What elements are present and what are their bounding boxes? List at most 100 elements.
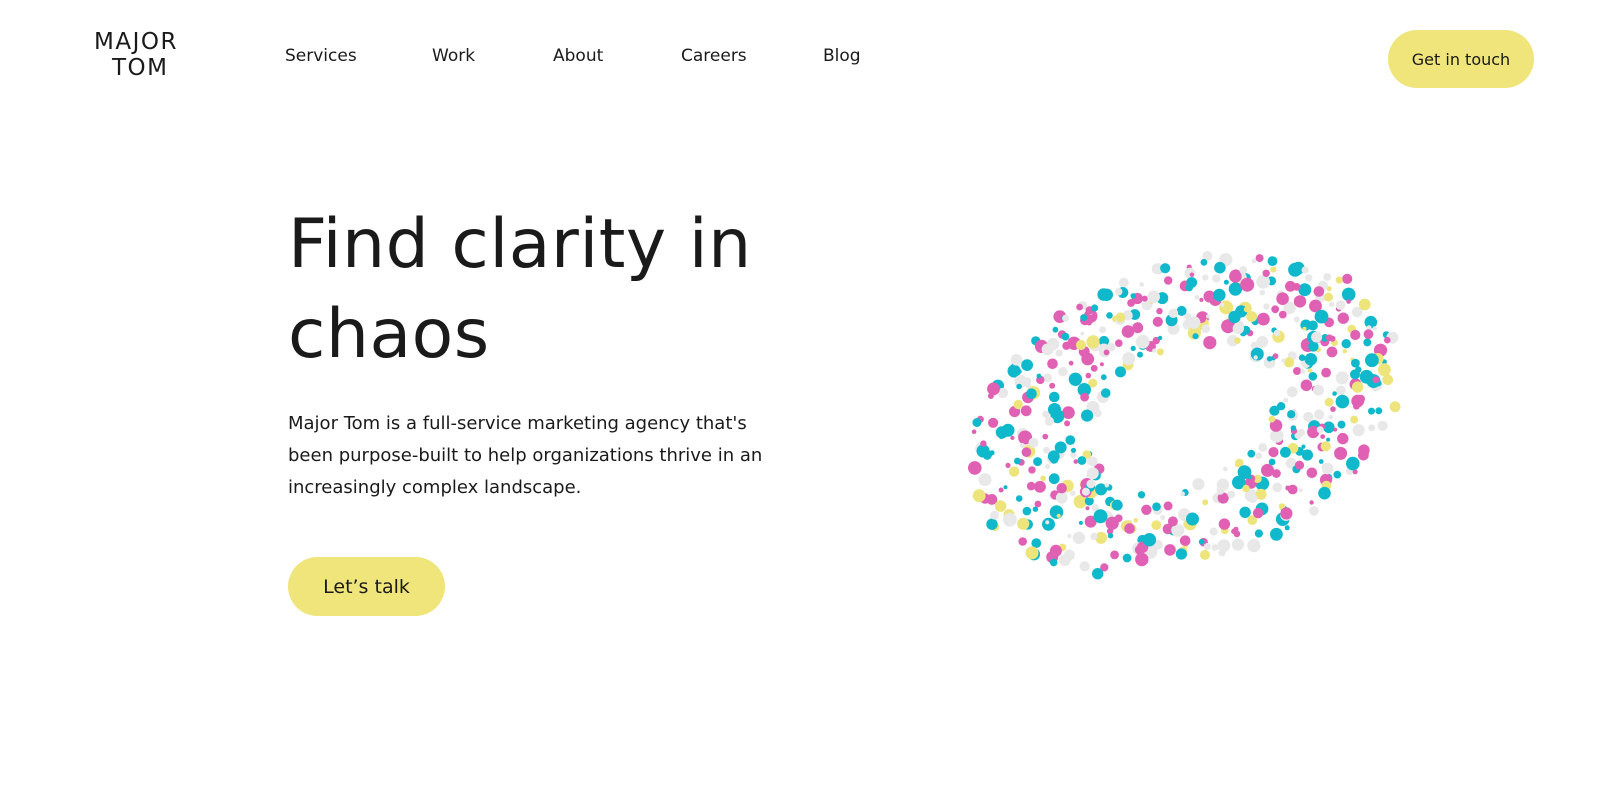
decorative-dot [1341, 339, 1351, 349]
decorative-dot [998, 433, 1005, 440]
decorative-dot [1290, 425, 1297, 431]
decorative-dot [1384, 336, 1391, 344]
decorative-dot [1093, 409, 1102, 418]
decorative-dot [1206, 295, 1213, 302]
decorative-dot [1018, 537, 1027, 546]
decorative-dot [1192, 333, 1199, 340]
decorative-dot [1240, 277, 1255, 292]
decorative-dot [1068, 360, 1074, 366]
decorative-dot [1121, 325, 1135, 338]
lets-talk-button[interactable]: Let’s talk [288, 557, 445, 616]
decorative-dot [987, 382, 1000, 396]
decorative-dot [1307, 368, 1313, 373]
decorative-dot [1316, 426, 1324, 434]
nav-item-careers[interactable]: Careers [681, 46, 747, 66]
nav-item-blog[interactable]: Blog [823, 46, 861, 66]
decorative-dot [968, 461, 982, 475]
decorative-dot [1151, 520, 1162, 531]
decorative-dot [1021, 359, 1033, 371]
decorative-dot [1013, 399, 1023, 410]
decorative-dot [1227, 490, 1236, 499]
decorative-dot [1175, 548, 1187, 560]
decorative-dot [1273, 329, 1281, 337]
get-in-touch-button[interactable]: Get in touch [1388, 30, 1534, 88]
decorative-dot [1337, 312, 1349, 324]
decorative-dot [1198, 538, 1205, 545]
decorative-dot [1294, 460, 1305, 470]
decorative-dot [1067, 533, 1072, 539]
decorative-dot [1313, 384, 1324, 396]
decorative-dot [1104, 483, 1109, 488]
decorative-dot [1090, 532, 1098, 541]
decorative-dot [1368, 407, 1375, 415]
decorative-dot [1045, 520, 1050, 525]
nav-item-about[interactable]: About [553, 46, 603, 66]
decorative-dot [1200, 258, 1208, 266]
decorative-dot [1122, 352, 1136, 366]
decorative-dot [1206, 314, 1211, 319]
decorative-dot [990, 510, 999, 520]
decorative-dot [1255, 452, 1263, 460]
decorative-dot [1225, 255, 1231, 262]
decorative-dot [1003, 512, 1017, 527]
decorative-dot [1042, 433, 1049, 440]
decorative-dot [1280, 507, 1293, 520]
decorative-dot [1214, 261, 1226, 274]
decorative-dot [1099, 326, 1106, 334]
decorative-dot [1044, 463, 1051, 469]
decorative-dot [1292, 283, 1301, 291]
decorative-dot [1231, 528, 1237, 535]
decorative-dot [1064, 420, 1071, 427]
logo-line-2: TOM [112, 55, 169, 81]
decorative-dot [1366, 317, 1373, 324]
decorative-dot [1216, 478, 1230, 491]
decorative-dot [1270, 527, 1283, 541]
decorative-dot [1167, 516, 1178, 527]
decorative-dot [1022, 506, 1032, 516]
decorative-dot [1326, 346, 1338, 358]
decorative-dot [1135, 552, 1149, 567]
decorative-dot [1184, 267, 1196, 279]
decorative-dot [1330, 406, 1336, 412]
decorative-dot [1203, 543, 1211, 550]
decorative-dot [1043, 446, 1050, 454]
decorative-dot [1049, 505, 1064, 519]
decorative-dot [1382, 374, 1394, 386]
decorative-dot [1218, 518, 1231, 530]
nav-item-work[interactable]: Work [432, 46, 475, 66]
nav-item-services[interactable]: Services [285, 46, 357, 66]
decorative-dot [1043, 373, 1053, 383]
decorative-dot [1300, 379, 1313, 392]
major-tom-logo[interactable]: MAJOR TOM [94, 29, 194, 81]
decorative-dot [1313, 286, 1325, 297]
decorative-dot [1202, 274, 1209, 281]
decorative-dot [1278, 310, 1287, 319]
decorative-dot [1156, 348, 1164, 356]
decorative-dot [1253, 355, 1258, 360]
decorative-dot [1194, 295, 1200, 300]
decorative-dot [1334, 446, 1348, 460]
decorative-dot [1363, 338, 1372, 347]
decorative-dot [1363, 329, 1374, 340]
decorative-dot [1351, 358, 1360, 368]
decorative-dot [980, 440, 987, 447]
decorative-dot [1044, 416, 1054, 426]
decorative-dot [1156, 307, 1163, 315]
decorative-dot [1021, 447, 1032, 457]
decorative-dot [1243, 306, 1250, 313]
decorative-dot [1350, 329, 1361, 341]
decorative-dot [1041, 343, 1054, 356]
decorative-dot [1335, 394, 1350, 409]
decorative-dot [1152, 316, 1163, 327]
decorative-dot [1247, 475, 1252, 480]
decorative-dot [1268, 447, 1279, 458]
decorative-dot [1139, 282, 1144, 287]
decorative-dot [1008, 466, 1020, 477]
decorative-dot [1152, 348, 1157, 353]
decorative-dot [1157, 335, 1163, 341]
decorative-dot [1033, 457, 1043, 467]
decorative-dot [1147, 290, 1160, 304]
decorative-dot [1220, 302, 1225, 307]
dot-cloud-illustration [968, 251, 1401, 580]
decorative-dot [1293, 295, 1307, 308]
